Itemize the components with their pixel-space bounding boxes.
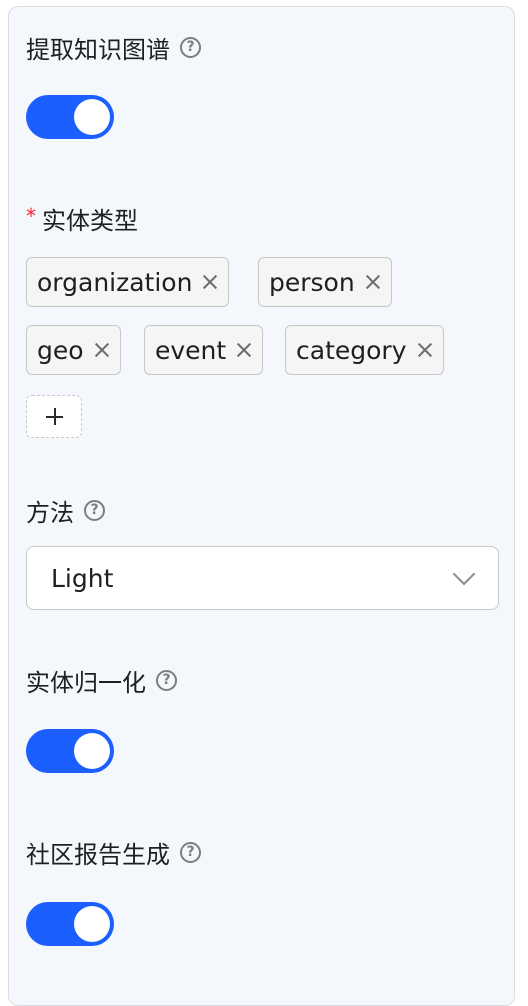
tag-label: geo	[37, 335, 84, 365]
entity-tag-organization: organization	[26, 257, 230, 307]
method-selected-value: Light	[51, 564, 114, 593]
entity-tag-category: category	[285, 325, 444, 375]
tag-label: person	[269, 267, 355, 297]
community-report-toggle[interactable]	[26, 902, 114, 946]
entity-resolution-toggle[interactable]	[26, 729, 114, 773]
close-icon[interactable]	[202, 274, 218, 290]
required-mark: *	[26, 204, 36, 228]
toggle-knob	[74, 733, 110, 769]
chevron-down-icon	[452, 562, 476, 586]
add-entity-type-button[interactable]	[26, 395, 82, 438]
knowledge-graph-label: 提取知识图谱	[26, 35, 170, 64]
close-icon[interactable]	[365, 274, 381, 290]
entity-resolution-label: 实体归一化	[26, 668, 146, 697]
close-icon[interactable]	[236, 342, 252, 358]
tag-label: event	[155, 335, 227, 365]
entity-tag-event: event	[144, 325, 264, 375]
toggle-knob	[74, 99, 110, 135]
tag-label: organization	[37, 267, 193, 297]
question-circle-icon[interactable]: ?	[180, 841, 201, 863]
knowledge-graph-toggle[interactable]	[26, 95, 114, 139]
question-circle-icon[interactable]: ?	[180, 36, 201, 58]
entity-types-label: 实体类型	[42, 206, 138, 235]
toggle-knob	[74, 906, 110, 942]
tag-label: category	[296, 335, 407, 365]
question-circle-icon[interactable]: ?	[84, 499, 105, 521]
close-icon[interactable]	[417, 342, 433, 358]
entity-tag-person: person	[258, 257, 392, 307]
method-label: 方法	[26, 498, 74, 527]
method-field: 方法 ?	[26, 494, 105, 527]
method-select[interactable]: Light	[26, 546, 499, 610]
close-icon[interactable]	[94, 342, 110, 358]
question-circle-icon[interactable]: ?	[156, 669, 177, 691]
community-report-field: 社区报告生成 ?	[26, 836, 201, 869]
community-report-label: 社区报告生成	[26, 840, 170, 869]
entity-types-field: * 实体类型	[26, 202, 138, 235]
entity-tag-geo: geo	[26, 325, 121, 375]
knowledge-graph-field: 提取知识图谱 ?	[26, 31, 201, 64]
entity-resolution-field: 实体归一化 ?	[26, 664, 177, 697]
